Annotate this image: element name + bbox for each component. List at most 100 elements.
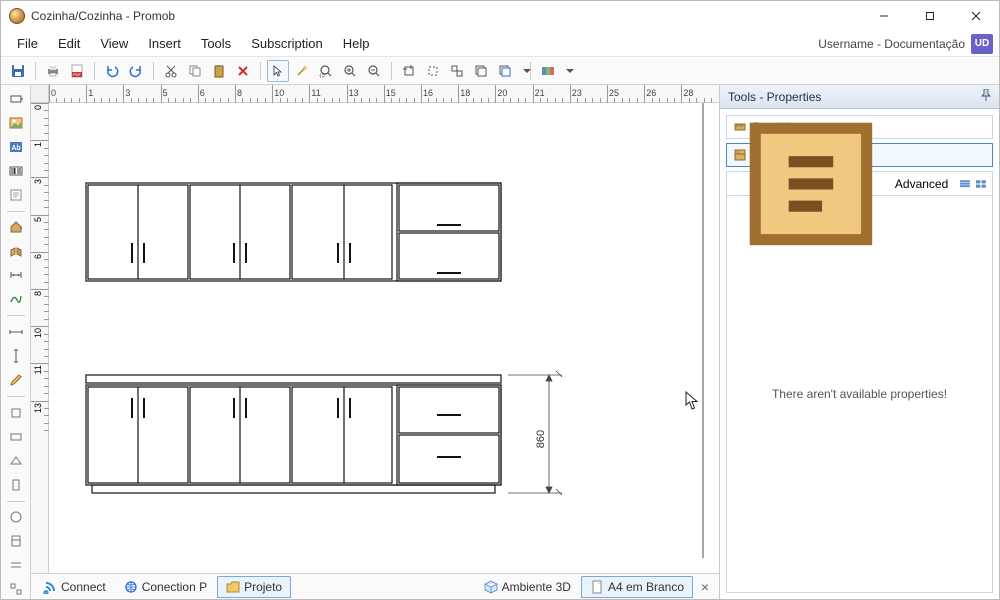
no-properties-message: There aren't available properties! [772,387,947,401]
window-titlebar: Cozinha/Cozinha - Promob [1,1,999,31]
copy-button[interactable] [184,60,206,82]
crop-3-button[interactable] [446,60,468,82]
properties-box-header: Advanced [727,172,992,196]
menu-help[interactable]: Help [333,32,380,55]
globe-icon [124,580,138,594]
bottom-tabbar: Connect Conection P Projeto Ambiente 3D … [31,573,719,599]
cut-button[interactable] [160,60,182,82]
toolbar-separator [391,62,392,80]
canvas[interactable]: 860 [49,103,719,573]
vtool-barcode-icon[interactable] [5,161,27,181]
toolbar-separator [35,62,36,80]
vtool-separator [7,396,25,397]
svg-text:Ab: Ab [11,145,20,152]
crop-2-button[interactable] [422,60,444,82]
vtool-misc2-icon[interactable] [5,531,27,551]
export-pdf-button[interactable]: PDF [66,60,88,82]
view-grid-icon[interactable] [976,177,986,191]
advanced-label: Advanced [895,177,948,191]
vtool-note-icon[interactable] [5,185,27,205]
drawing-viewport: 860 [49,103,719,558]
cube-icon [484,580,498,594]
pin-icon[interactable] [981,89,991,104]
user-badge[interactable]: UD [971,34,993,54]
toolbar-separator [153,62,154,80]
main-toolbar: PDF [1,57,999,85]
vtool-separator [7,501,25,502]
sheet-icon [590,580,604,594]
layers-dropdown-button[interactable] [494,60,524,82]
select-tool-button[interactable] [267,60,289,82]
print-button[interactable] [42,60,64,82]
save-button[interactable] [7,60,29,82]
properties-panel: Tools - Properties Precision Properties … [719,85,999,599]
vtool-hruler-icon[interactable] [5,322,27,342]
tab-projeto[interactable]: Projeto [217,576,291,598]
vtool-text-icon[interactable]: Ab [5,137,27,157]
tab-ambiente3d[interactable]: Ambiente 3D [476,576,579,598]
menu-file[interactable]: File [7,32,48,55]
tab-close-button[interactable]: × [695,579,715,595]
menu-subscription[interactable]: Subscription [241,32,333,55]
vtool-path-icon[interactable] [5,289,27,309]
vtool-shape1-icon[interactable] [5,403,27,423]
redo-button[interactable] [125,60,147,82]
rss-icon [43,580,57,594]
window-minimize-button[interactable] [861,1,907,31]
ruler-corner [31,85,49,103]
vtool-rectangle-icon[interactable] [5,89,27,109]
ruler-vertical[interactable]: 013568101113 [31,103,49,573]
layers-button[interactable] [470,60,492,82]
zoom-window-button[interactable] [315,60,337,82]
delete-button[interactable] [232,60,254,82]
folder-icon [226,580,240,594]
vtool-shape4-icon[interactable] [5,475,27,495]
menu-edit[interactable]: Edit [48,32,90,55]
svg-text:PDF: PDF [73,72,82,77]
dimension-value: 860 [535,430,547,448]
tab-a4-branco-label: A4 em Branco [608,580,684,594]
left-toolbar: Ab [1,85,31,599]
color-swatch-button[interactable] [537,60,567,82]
tab-connect-label: Connect [61,580,106,594]
menubar: File Edit View Insert Tools Subscription… [1,31,999,57]
zoom-in-button[interactable] [339,60,361,82]
app-icon [9,8,25,24]
menu-insert[interactable]: Insert [138,32,191,55]
vtool-misc1-icon[interactable] [5,508,27,528]
toolbar-separator [260,62,261,80]
panel-title-label: Tools - Properties [728,90,821,104]
username-label: Username - Documentação [818,37,965,51]
vtool-shape2-icon[interactable] [5,427,27,447]
vtool-dimension-icon[interactable] [5,265,27,285]
menu-tools[interactable]: Tools [191,32,241,55]
menu-view[interactable]: View [90,32,138,55]
paste-button[interactable] [208,60,230,82]
vtool-home-icon[interactable] [5,218,27,238]
undo-button[interactable] [101,60,123,82]
tab-connection-p-label: Conection P [142,580,207,594]
tab-connect[interactable]: Connect [35,576,114,598]
window-close-button[interactable] [953,1,999,31]
toolbar-separator [94,62,95,80]
vtool-misc3-icon[interactable] [5,555,27,575]
vtool-separator [7,211,25,212]
view-list-icon[interactable] [960,177,970,191]
tab-projeto-label: Projeto [244,580,282,594]
tab-connection-p[interactable]: Conection P [116,576,215,598]
tab-a4-branco[interactable]: A4 em Branco [581,576,693,598]
magic-wand-button[interactable] [291,60,313,82]
vtool-vruler-icon[interactable] [5,346,27,366]
vtool-misc4-icon[interactable] [5,579,27,599]
ruler-horizontal[interactable]: 013568101113151618202123252628 [49,85,719,103]
tab-ambiente3d-label: Ambiente 3D [502,580,571,594]
window-title: Cozinha/Cozinha - Promob [31,9,175,23]
window-maximize-button[interactable] [907,1,953,31]
zoom-out-button[interactable] [363,60,385,82]
vtool-separator [7,315,25,316]
vtool-furniture-icon[interactable] [5,241,27,261]
vtool-picture-icon[interactable] [5,113,27,133]
vtool-pencil-icon[interactable] [5,370,27,390]
crop-1-button[interactable] [398,60,420,82]
vtool-shape3-icon[interactable] [5,451,27,471]
